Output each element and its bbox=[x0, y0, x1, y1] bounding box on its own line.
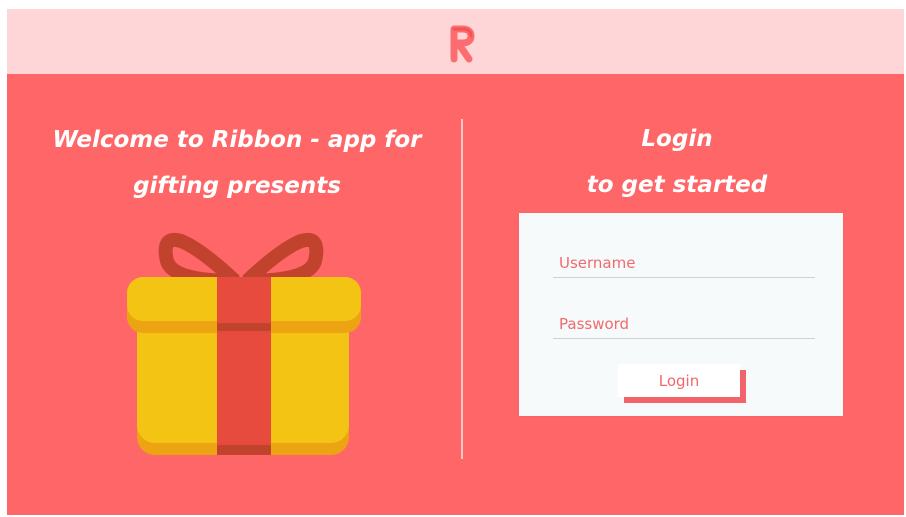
login-heading-line-2: to get started bbox=[586, 172, 768, 198]
welcome-line-2: gifting presents bbox=[133, 173, 341, 199]
login-button[interactable]: Login bbox=[618, 364, 740, 397]
login-heading-line-1: Login bbox=[641, 126, 713, 152]
gift-box-icon bbox=[127, 233, 361, 455]
login-button-wrapper: Login bbox=[618, 364, 746, 403]
app-frame: Welcome to Ribbon - app for gifting pres… bbox=[7, 9, 904, 515]
welcome-line-1: Welcome to Ribbon - app for bbox=[52, 127, 422, 153]
login-heading: Login to get started bbox=[547, 116, 807, 208]
login-card: Login bbox=[519, 213, 843, 416]
ribbon-r-logo-icon[interactable] bbox=[442, 15, 482, 67]
password-input[interactable] bbox=[553, 311, 815, 339]
welcome-heading: Welcome to Ribbon - app for gifting pres… bbox=[37, 117, 437, 209]
username-input[interactable] bbox=[553, 250, 815, 278]
panel-divider bbox=[461, 119, 463, 459]
top-header bbox=[7, 9, 904, 74]
